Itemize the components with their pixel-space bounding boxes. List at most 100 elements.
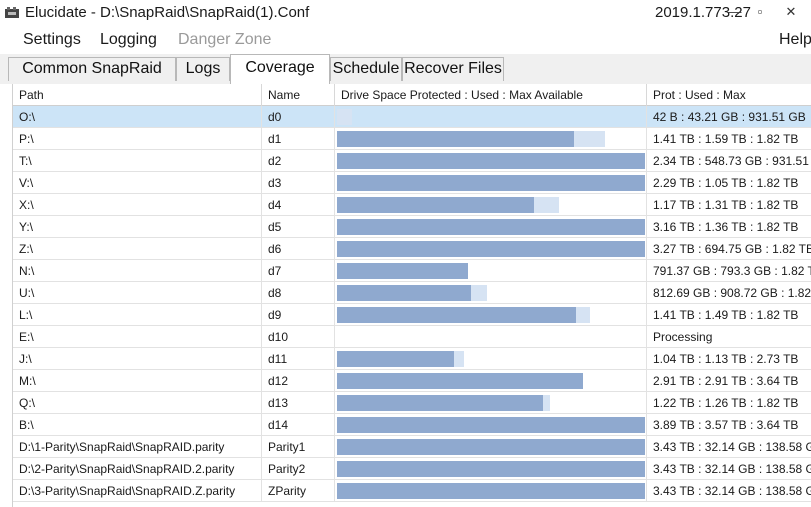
table-row[interactable]: J:\ d11 1.04 TB : 1.13 TB : 2.73 TB (13, 348, 811, 370)
cell-path: D:\1-Parity\SnapRaid\SnapRAID.parity (13, 436, 262, 458)
cell-path: N:\ (13, 260, 262, 282)
cell-name: d12 (262, 370, 335, 392)
table-row[interactable]: L:\ d9 1.41 TB : 1.49 TB : 1.82 TB (13, 304, 811, 326)
cell-path: U:\ (13, 282, 262, 304)
cell-path: Z:\ (13, 238, 262, 260)
used-space-bar (337, 109, 352, 125)
cell-prot-used-max: 1.41 TB : 1.49 TB : 1.82 TB (647, 304, 811, 326)
table-row[interactable]: Y:\ d5 3.16 TB : 1.36 TB : 1.82 TB (13, 216, 811, 238)
table-row[interactable]: U:\d8 812.69 GB : 908.72 GB : 1.82 TB (13, 282, 811, 304)
cell-path: Y:\ (13, 216, 262, 238)
cell-name: d6 (262, 238, 335, 260)
cell-coverage-bar (335, 172, 647, 194)
cell-prot-used-max: 2.34 TB : 548.73 GB : 931.51 GB (647, 150, 811, 172)
cell-prot-used-max: 42 B : 43.21 GB : 931.51 GB (647, 106, 811, 128)
protected-space-bar (337, 263, 468, 279)
cell-coverage-bar (335, 106, 647, 128)
cell-prot-used-max: 812.69 GB : 908.72 GB : 1.82 TB (647, 282, 811, 304)
tab-common-snapraid[interactable]: Common SnapRaid (8, 57, 176, 81)
cell-path: T:\ (13, 150, 262, 172)
tab-coverage[interactable]: Coverage (230, 54, 330, 84)
cell-name: d9 (262, 304, 335, 326)
table-row[interactable]: Q:\ d13 1.22 TB : 1.26 TB : 1.82 TB (13, 392, 811, 414)
coverage-grid[interactable]: Path Name Drive Space Protected : Used :… (12, 84, 811, 507)
table-row[interactable]: D:\3-Parity\SnapRaid\SnapRAID.Z.parity ZP… (13, 480, 811, 502)
table-row[interactable]: T:\d2 2.34 TB : 548.73 GB : 931.51 GB (13, 150, 811, 172)
window-title: Elucidate - D:\SnapRaid\SnapRaid(1).Conf (25, 4, 310, 21)
protected-space-bar (337, 373, 583, 389)
protected-space-bar (337, 395, 543, 411)
column-header-name[interactable]: Name (262, 84, 335, 106)
cell-path: D:\3-Parity\SnapRaid\SnapRAID.Z.parity (13, 480, 262, 502)
tab-schedule[interactable]: Schedule (330, 57, 402, 81)
cell-coverage-bar (335, 128, 647, 150)
menu-help[interactable]: Help (779, 31, 811, 49)
table-row[interactable]: Z:\ d6 3.27 TB : 694.75 GB : 1.82 TB (13, 238, 811, 260)
cell-name: d4 (262, 194, 335, 216)
cell-name: d14 (262, 414, 335, 436)
column-header-prot[interactable]: Prot : Used : Max (647, 84, 811, 106)
table-row[interactable]: O:\ d0 42 B : 43.21 GB : 931.51 GB (13, 106, 811, 128)
minimize-icon[interactable]: — (727, 4, 743, 20)
cell-name: d5 (262, 216, 335, 238)
cell-coverage-bar (335, 348, 647, 370)
close-icon[interactable]: ✕ (783, 4, 799, 20)
protected-space-bar (337, 285, 471, 301)
protected-space-bar (337, 131, 574, 147)
cell-name: d0 (262, 106, 335, 128)
cell-prot-used-max: 3.43 TB : 32.14 GB : 138.58 GB (647, 436, 811, 458)
table-row[interactable]: P:\ d1 1.41 TB : 1.59 TB : 1.82 TB (13, 128, 811, 150)
cell-name: d2 (262, 150, 335, 172)
cell-path: B:\ (13, 414, 262, 436)
app-icon (5, 7, 19, 18)
cell-prot-used-max: 3.89 TB : 3.57 TB : 3.64 TB (647, 414, 811, 436)
table-row[interactable]: N:\ d7 791.37 GB : 793.3 GB : 1.82 TB (13, 260, 811, 282)
cell-coverage-bar (335, 304, 647, 326)
table-row[interactable]: E:\ d10 Processing (13, 326, 811, 348)
table-row[interactable]: V:\ d3 2.29 TB : 1.05 TB : 1.82 TB (13, 172, 811, 194)
menu-danger-zone[interactable]: Danger Zone (178, 31, 271, 49)
cell-path: D:\2-Parity\SnapRaid\SnapRAID.2.parity (13, 458, 262, 480)
cell-coverage-bar (335, 392, 647, 414)
cell-prot-used-max: 1.17 TB : 1.31 TB : 1.82 TB (647, 194, 811, 216)
tab-recover-files[interactable]: Recover Files (402, 57, 504, 81)
cell-path: Q:\ (13, 392, 262, 414)
menu-settings[interactable]: Settings (23, 31, 81, 49)
cell-path: M:\ (13, 370, 262, 392)
cell-name: d13 (262, 392, 335, 414)
column-header-drive-space[interactable]: Drive Space Protected : Used : Max Avail… (335, 84, 647, 106)
table-row[interactable]: M:\ d12 2.91 TB : 2.91 TB : 3.64 TB (13, 370, 811, 392)
tab-strip: Common SnapRaid Logs Coverage Schedule R… (0, 54, 811, 84)
cell-coverage-bar (335, 150, 647, 172)
grid-header: Path Name Drive Space Protected : Used :… (13, 84, 811, 106)
cell-prot-used-max: Processing (647, 326, 811, 348)
cell-name: d11 (262, 348, 335, 370)
cell-coverage-bar (335, 370, 647, 392)
cell-coverage-bar (335, 194, 647, 216)
tab-logs[interactable]: Logs (176, 57, 230, 81)
protected-space-bar (337, 483, 645, 499)
protected-space-bar (337, 197, 534, 213)
cell-prot-used-max: 2.91 TB : 2.91 TB : 3.64 TB (647, 370, 811, 392)
cell-path: E:\ (13, 326, 262, 348)
column-header-path[interactable]: Path (13, 84, 262, 106)
cell-coverage-bar (335, 238, 647, 260)
table-row[interactable]: D:\1-Parity\SnapRaid\SnapRAID.parity Pari… (13, 436, 811, 458)
cell-path: J:\ (13, 348, 262, 370)
cell-coverage-bar (335, 260, 647, 282)
protected-space-bar (337, 219, 645, 235)
title-bar: Elucidate - D:\SnapRaid\SnapRaid(1).Conf… (0, 0, 811, 26)
cell-prot-used-max: 3.16 TB : 1.36 TB : 1.82 TB (647, 216, 811, 238)
protected-space-bar (337, 417, 645, 433)
cell-coverage-bar (335, 458, 647, 480)
table-row[interactable]: D:\2-Parity\SnapRaid\SnapRAID.2.parity Pa… (13, 458, 811, 480)
restore-icon[interactable]: ▫ (752, 4, 768, 20)
cell-name: Parity1 (262, 436, 335, 458)
cell-coverage-bar (335, 326, 647, 348)
cell-path: L:\ (13, 304, 262, 326)
table-row[interactable]: X:\ d4 1.17 TB : 1.31 TB : 1.82 TB (13, 194, 811, 216)
menu-logging[interactable]: Logging (100, 31, 157, 49)
table-row[interactable]: B:\ d14 3.89 TB : 3.57 TB : 3.64 TB (13, 414, 811, 436)
cell-path: V:\ (13, 172, 262, 194)
cell-coverage-bar (335, 414, 647, 436)
